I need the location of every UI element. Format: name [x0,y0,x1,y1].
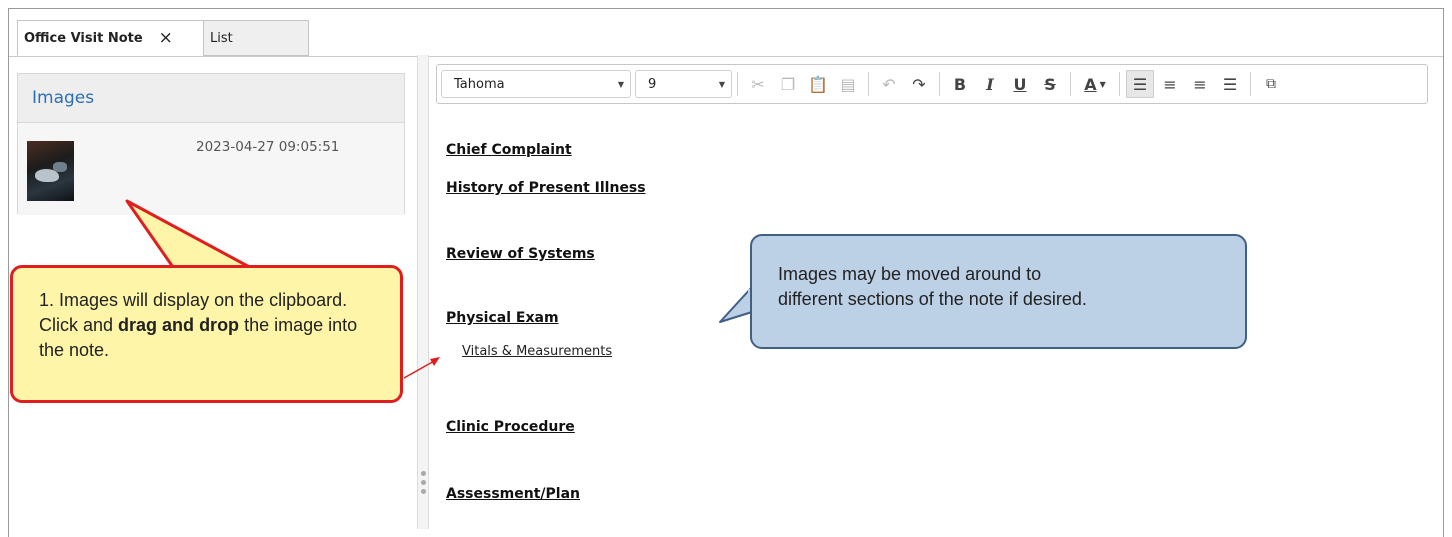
chevron-down-icon: ▼ [718,79,725,89]
image-item[interactable]: 2023-04-27 09:05:51 [18,123,404,215]
toolbar-separator [1119,72,1120,96]
instruction-callout-drag: 1. Images will display on the clipboard.… [10,265,403,403]
image-thumbnail[interactable] [27,141,74,201]
subsection-vitals: Vitals & Measurements [462,344,613,359]
underline-icon[interactable]: U [1006,70,1034,98]
image-timestamp: 2023-04-27 09:05:51 [196,139,340,155]
copy-icon[interactable]: ❐ [774,70,802,98]
section-assessment-plan: Assessment/Plan [446,486,580,502]
toolbar-separator [868,72,869,96]
pane-splitter[interactable] [417,55,429,529]
section-physical-exam: Physical Exam [446,310,559,326]
toolbar-separator [1250,72,1251,96]
toolbar-separator [737,72,738,96]
font-color-icon[interactable]: A ▼ [1077,70,1113,98]
splitter-grip-dot [421,489,426,494]
align-center-icon[interactable]: ≡ [1156,70,1184,98]
font-family-value: Tahoma [454,76,505,92]
paste-icon[interactable]: 📋 [804,70,832,98]
editor-toolbar: Tahoma ▼ 9 ▼ ✂ ❐ 📋 ▤ ↶ ↷ B I U S A ▼ ☰ ≡ … [436,64,1428,104]
font-color-letter: A [1084,74,1097,94]
italic-icon[interactable]: I [976,70,1004,98]
strikethrough-icon[interactable]: S [1036,70,1064,98]
tab-office-visit-note[interactable]: Office Visit Note × [17,20,205,56]
chevron-down-icon: ▼ [617,79,624,89]
tab-label: List [210,30,233,46]
paste-special-icon[interactable]: ▤ [834,70,862,98]
redo-icon[interactable]: ↷ [905,70,933,98]
callout-line: different sections of the note if desire… [778,289,1087,309]
undo-icon[interactable]: ↶ [875,70,903,98]
section-review-of-systems: Review of Systems [446,246,595,262]
tab-list[interactable]: List [203,20,309,56]
toolbar-separator [1070,72,1071,96]
font-size-select[interactable]: 9 ▼ [635,70,732,98]
images-panel: Images 2023-04-27 09:05:51 [17,73,405,215]
align-right-icon[interactable]: ≡ [1186,70,1214,98]
splitter-grip-dot [421,480,426,485]
toolbar-separator [939,72,940,96]
callout-bold-text: drag and [118,315,195,335]
align-left-icon[interactable]: ☰ [1126,70,1154,98]
tab-label: Office Visit Note [24,30,143,46]
splitter-grip-dot [421,471,426,476]
insert-field-icon[interactable]: ⧉ [1257,70,1285,98]
images-panel-title: Images [18,74,404,123]
callout-bold-text: drop [199,315,240,335]
instruction-callout-move: Images may be moved around to different … [750,234,1247,349]
callout-line: Images may be moved around to [778,264,1042,284]
section-clinic-procedure: Clinic Procedure [446,419,575,435]
section-chief-complaint: Chief Complaint [446,142,572,158]
justify-icon[interactable]: ☰ [1216,70,1244,98]
tab-bar: Office Visit Note × List [9,9,1443,57]
section-hpi: History of Present Illness [446,180,646,196]
close-icon[interactable]: × [159,28,173,48]
bold-icon[interactable]: B [946,70,974,98]
font-family-select[interactable]: Tahoma ▼ [441,70,631,98]
font-size-value: 9 [648,76,657,92]
cut-icon[interactable]: ✂ [744,70,772,98]
